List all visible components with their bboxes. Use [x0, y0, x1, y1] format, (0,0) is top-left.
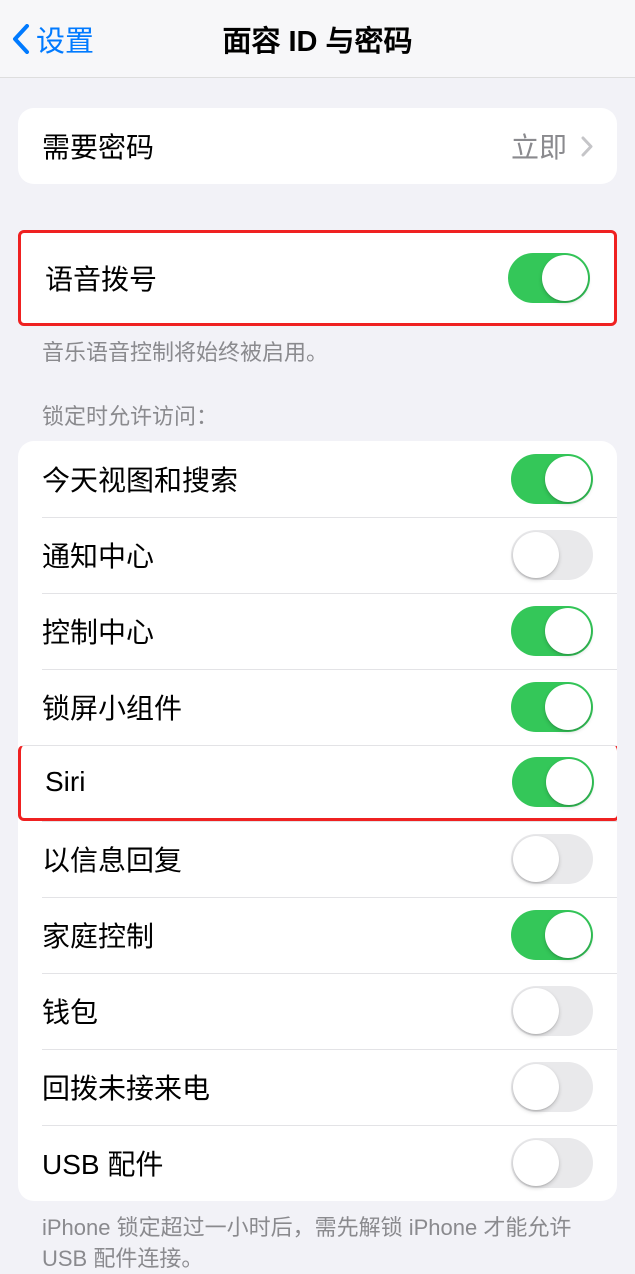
- usb-note: iPhone 锁定超过一小时后，需先解锁 iPhone 才能允许 USB 配件连…: [18, 1201, 617, 1274]
- require-passcode-row[interactable]: 需要密码 立即: [18, 108, 617, 184]
- toggle-knob: [542, 255, 588, 301]
- today-view-toggle[interactable]: [511, 454, 593, 504]
- siri-label: Siri: [45, 766, 85, 798]
- home-control-toggle[interactable]: [511, 910, 593, 960]
- voice-dial-group: 语音拨号: [18, 230, 617, 326]
- wallet-row: 钱包: [42, 973, 617, 1049]
- home-control-row: 家庭控制: [42, 897, 617, 973]
- notification-center-label: 通知中心: [42, 535, 154, 575]
- chevron-right-icon: [581, 136, 593, 157]
- notification-center-row: 通知中心: [42, 517, 617, 593]
- return-missed-calls-row: 回拨未接来电: [42, 1049, 617, 1125]
- locked-access-header: 锁定时允许访问：: [18, 399, 617, 441]
- control-center-label: 控制中心: [42, 611, 154, 651]
- back-button[interactable]: 设置: [12, 18, 94, 60]
- usb-accessories-label: USB 配件: [42, 1143, 163, 1183]
- today-view-label: 今天视图和搜索: [42, 459, 238, 499]
- return-missed-calls-toggle[interactable]: [511, 1062, 593, 1112]
- voice-dial-toggle[interactable]: [508, 253, 590, 303]
- lock-widgets-row: 锁屏小组件: [42, 669, 617, 745]
- usb-accessories-toggle[interactable]: [511, 1138, 593, 1188]
- lock-widgets-toggle[interactable]: [511, 682, 593, 732]
- voice-dial-row: 语音拨号: [21, 233, 614, 323]
- nav-bar: 设置 面容 ID 与密码: [0, 0, 635, 78]
- lock-widgets-label: 锁屏小组件: [42, 687, 182, 727]
- reply-message-row: 以信息回复: [42, 821, 617, 897]
- passcode-group: 需要密码 立即: [18, 108, 617, 184]
- require-passcode-value: 立即: [511, 126, 567, 166]
- wallet-label: 钱包: [42, 991, 98, 1031]
- voice-dial-label: 语音拨号: [45, 258, 157, 298]
- back-label: 设置: [36, 18, 94, 60]
- siri-toggle[interactable]: [512, 757, 594, 807]
- page-title: 面容 ID 与密码: [222, 18, 412, 60]
- today-view-row: 今天视图和搜索: [18, 441, 617, 517]
- control-center-row: 控制中心: [42, 593, 617, 669]
- voice-dial-note: 音乐语音控制将始终被启用。: [18, 326, 617, 369]
- wallet-toggle[interactable]: [511, 986, 593, 1036]
- require-passcode-label: 需要密码: [42, 126, 154, 166]
- return-missed-calls-label: 回拨未接来电: [42, 1067, 210, 1107]
- reply-message-toggle[interactable]: [511, 834, 593, 884]
- control-center-toggle[interactable]: [511, 606, 593, 656]
- reply-message-label: 以信息回复: [42, 839, 182, 879]
- siri-row: Siri: [18, 745, 617, 821]
- home-control-label: 家庭控制: [42, 915, 154, 955]
- usb-accessories-row: USB 配件: [42, 1125, 617, 1201]
- chevron-left-icon: [12, 24, 30, 54]
- notification-center-toggle[interactable]: [511, 530, 593, 580]
- locked-access-group: 今天视图和搜索 通知中心 控制中心 锁屏小组件 Siri 以信息回复 家庭控制: [18, 441, 617, 1201]
